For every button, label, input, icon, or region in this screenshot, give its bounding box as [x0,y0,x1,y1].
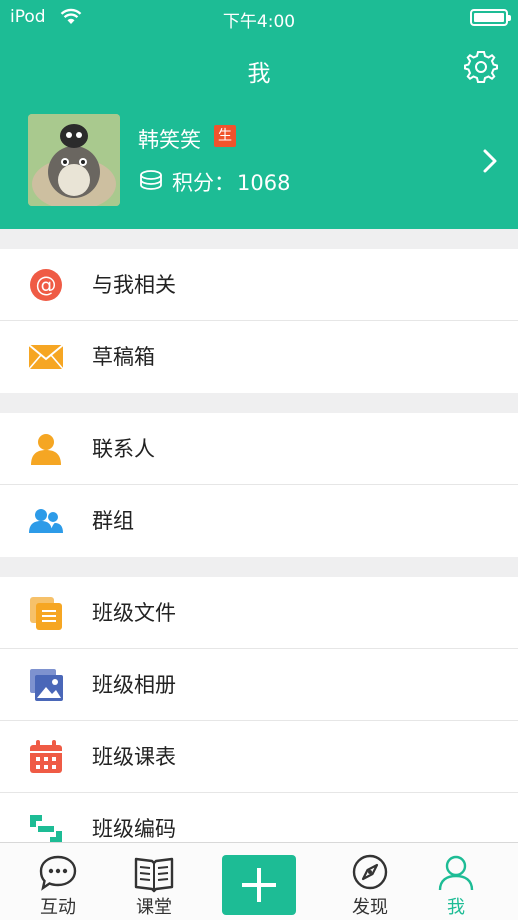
menu-group-2: 联系人 群组 [0,413,518,557]
list-item-related[interactable]: @ 与我相关 [0,249,518,321]
tab-classroom[interactable]: 课堂 [114,843,194,920]
list-item-label: 班级课表 [92,745,176,769]
book-icon [134,853,174,893]
clock: 下午4:00 [222,12,296,32]
list-item-contacts[interactable]: 联系人 [0,413,518,485]
calendar-icon [28,739,64,775]
tab-label: 互动 [40,897,76,918]
list-item-label: 联系人 [92,437,155,461]
list-item-class-files[interactable]: 班级文件 [0,577,518,649]
svg-text:@: @ [36,273,57,297]
chat-bubble-icon [38,853,78,893]
tab-label: 发现 [352,897,388,918]
page-title: 我 [247,61,271,87]
points-label: 积分： [172,171,235,195]
battery-icon [470,9,511,26]
tab-interact[interactable]: 互动 [18,843,98,920]
profile-card[interactable]: 韩笑笑 生 积分：1068 [0,112,518,208]
list-item-label: 班级文件 [92,601,176,625]
menu-group-1: @ 与我相关 草稿箱 [0,249,518,393]
tab-label: 课堂 [136,897,172,918]
list-item-class-schedule[interactable]: 班级课表 [0,721,518,793]
person-outline-icon [436,853,476,893]
envelope-icon [28,339,64,375]
compass-icon [350,853,390,893]
files-icon [28,595,64,631]
list-item-label: 与我相关 [92,273,176,297]
chevron-right-icon[interactable] [482,148,498,174]
add-button[interactable] [222,855,296,915]
role-badge: 生 [214,125,236,147]
at-icon: @ [28,267,64,303]
user-name: 韩笑笑 [138,128,201,152]
status-bar: iPod 下午4:00 [0,0,518,36]
list-item-class-album[interactable]: 班级相册 [0,649,518,721]
album-icon [28,667,64,703]
gear-icon[interactable] [464,50,498,84]
menu-group-3: 班级文件 班级相册 班级课表 班级编码 [0,577,518,865]
tab-label: 我 [447,897,465,918]
tab-discover[interactable]: 发现 [330,843,410,920]
tab-bar: 互动 课堂 发现 我 [0,842,518,920]
list-item-label: 班级相册 [92,673,176,697]
points-value: 1068 [237,171,291,195]
tab-me[interactable]: 我 [416,843,496,920]
list-item-label: 群组 [92,509,134,533]
header: 我 韩笑笑 生 积分：1068 [0,36,518,229]
coins-icon [138,169,164,193]
list-item-groups[interactable]: 群组 [0,485,518,557]
points-display: 积分：1068 [172,167,290,197]
avatar[interactable] [28,114,120,206]
group-icon [28,503,64,539]
list-item-drafts[interactable]: 草稿箱 [0,321,518,393]
list-item-label: 草稿箱 [92,345,155,369]
person-icon [28,431,64,467]
plus-icon [242,868,276,902]
